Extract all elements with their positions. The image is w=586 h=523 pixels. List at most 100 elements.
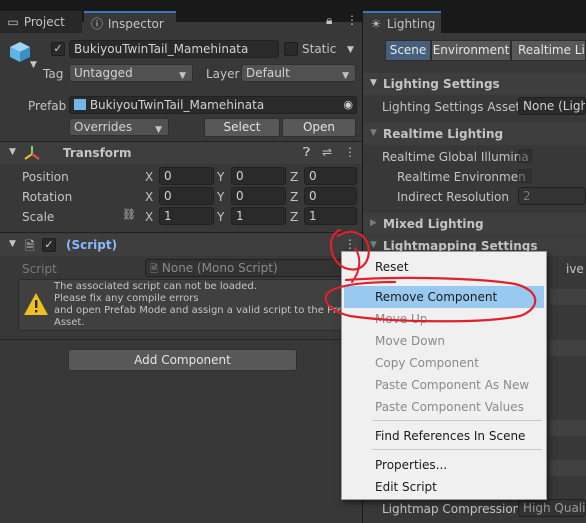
warning-line: and open Prefab Mode and assign a valid … <box>54 305 353 316</box>
scale-x-field[interactable]: 1 <box>159 207 214 225</box>
more-icon[interactable]: ⋮ <box>346 13 358 27</box>
setting-row <box>550 289 586 305</box>
more-icon[interactable]: ⋮ <box>344 237 356 251</box>
lighting-asset-label: Lighting Settings Asset <box>382 100 521 114</box>
realtime-env-label: Realtime Environmen <box>397 170 526 184</box>
axis-x-label: X <box>145 210 154 224</box>
tag-value: Untagged <box>74 66 133 80</box>
menu-item-find-references[interactable]: Find References In Scene <box>342 425 546 447</box>
indirect-resolution-field[interactable]: 2 <box>518 187 586 205</box>
select-button[interactable]: Select <box>204 118 280 137</box>
transform-axes-icon <box>24 145 40 161</box>
prefab-field[interactable]: BukiyouTwinTail_Mamehinata ◉ <box>69 96 357 114</box>
lightmapper-value-partial: ive <box>566 262 584 276</box>
lightmap-compression-dropdown[interactable]: High Quality <box>518 499 586 517</box>
axis-z-label: Z <box>290 170 299 184</box>
realtime-lighting-title: Realtime Lighting <box>383 127 504 141</box>
axis-y-label: Y <box>217 190 225 204</box>
layer-dropdown[interactable]: Default ▼ <box>241 64 356 82</box>
menu-item-remove-component[interactable]: Remove Component <box>344 286 544 308</box>
static-label: Static <box>302 42 337 56</box>
foldout-arrow-icon[interactable]: ▼ <box>370 78 377 88</box>
icon-dropdown-arrow[interactable]: ▼ <box>30 60 37 70</box>
foldout-arrow-icon[interactable]: ▶ <box>370 218 377 228</box>
setting-row <box>550 340 586 356</box>
script-enabled-checkbox[interactable]: ✓ <box>42 238 56 252</box>
subtab-environment[interactable]: Environment <box>431 40 511 61</box>
realtime-gi-checkbox[interactable] <box>518 149 532 163</box>
axis-z-label: Z <box>290 190 299 204</box>
axis-x-label: X <box>145 190 154 204</box>
script-file-icon: 🗎︎ <box>25 239 35 253</box>
realtime-env-checkbox[interactable] <box>518 169 532 183</box>
overrides-dropdown[interactable]: Overrides ▼ <box>69 118 169 136</box>
warning-line: Asset. <box>54 317 85 328</box>
rotation-x-field[interactable]: 0 <box>159 187 214 205</box>
tab-inspector-label: Inspector <box>107 17 164 31</box>
rotation-label: Rotation <box>22 190 73 204</box>
lock-icon[interactable]: 🔒︎ <box>326 13 332 28</box>
lighting-settings-title: Lighting Settings <box>383 77 500 91</box>
transform-title: Transform <box>63 146 132 160</box>
link-scale-icon[interactable]: ⛓︎ <box>122 208 136 221</box>
menu-item-move-up: Move Up <box>375 312 428 326</box>
menu-item-paste-component-values: Paste Component Values <box>375 400 524 414</box>
subtab-realtime-lightmaps[interactable]: Realtime Lig <box>511 40 586 61</box>
tab-project-label: Project <box>23 15 65 29</box>
foldout-arrow-icon[interactable]: ▼ <box>9 147 16 157</box>
layer-label: Layer <box>206 67 240 81</box>
axis-y-label: Y <box>217 170 225 184</box>
project-folder-icon: ▭ <box>7 15 19 29</box>
more-icon[interactable]: ⋮ <box>344 145 356 159</box>
rotation-y-field[interactable]: 0 <box>231 187 286 205</box>
tag-dropdown[interactable]: Untagged ▼ <box>69 64 193 82</box>
menu-item-edit-script[interactable]: Edit Script <box>342 476 546 498</box>
active-checkbox[interactable]: ✓ <box>51 42 65 56</box>
chevron-down-icon: ▼ <box>342 71 349 81</box>
divider <box>0 232 362 233</box>
position-x-field[interactable]: 0 <box>159 167 214 185</box>
lightmap-compression-label: Lightmap Compression <box>382 502 521 516</box>
foldout-arrow-icon[interactable]: ▼ <box>9 239 16 249</box>
open-button[interactable]: Open <box>282 118 356 137</box>
scale-y-field[interactable]: 1 <box>231 207 286 225</box>
tag-label: Tag <box>43 67 64 81</box>
menu-item-reset[interactable]: Reset <box>342 256 546 278</box>
lighting-asset-field[interactable]: None (Light <box>518 97 586 115</box>
object-name-field[interactable]: BukiyouTwinTail_Mamehinata <box>69 40 279 58</box>
mixed-lighting-title: Mixed Lighting <box>383 217 484 231</box>
scale-label: Scale <box>22 210 55 224</box>
layer-value: Default <box>246 66 290 80</box>
inspector-info-icon: ⓘ <box>90 17 103 31</box>
foldout-arrow-icon[interactable]: ▼ <box>370 240 377 250</box>
static-checkbox[interactable] <box>284 42 298 56</box>
component-context-menu: Reset Remove Component Move Up Move Down… <box>341 251 547 500</box>
position-y-field[interactable]: 0 <box>231 167 286 185</box>
foldout-arrow-icon[interactable]: ▼ <box>370 128 377 138</box>
add-component-button[interactable]: Add Component <box>68 349 297 371</box>
script-field-value: None (Mono Script) <box>161 261 278 275</box>
warning-text: The associated script can not be loaded.… <box>54 281 354 329</box>
warning-line: Please fix any compile errors <box>54 293 199 304</box>
circle-select-icon[interactable]: ◉ <box>343 97 353 113</box>
position-label: Position <box>22 170 69 184</box>
presets-icon[interactable]: ⇌ <box>322 145 332 159</box>
rotation-z-field[interactable]: 0 <box>304 187 357 205</box>
axis-y-label: Y <box>217 210 225 224</box>
subtab-scene[interactable]: Scene <box>385 40 431 61</box>
static-dropdown-arrow[interactable]: ▼ <box>347 45 354 55</box>
tab-lighting[interactable]: ☀︎ Lighting <box>363 11 441 33</box>
prefab-icon <box>74 99 86 110</box>
help-icon[interactable]: ❓︎ <box>303 145 310 160</box>
lighting-icon: ☀︎ <box>370 17 382 31</box>
menu-item-move-down: Move Down <box>375 334 445 348</box>
scale-z-field[interactable]: 1 <box>304 207 357 225</box>
prefab-value: BukiyouTwinTail_Mamehinata <box>89 98 265 112</box>
tab-inspector[interactable]: ⓘ Inspector <box>84 11 176 33</box>
chevron-down-icon: ▼ <box>179 71 186 81</box>
menu-item-copy-component: Copy Component <box>375 356 479 370</box>
position-z-field[interactable]: 0 <box>304 167 357 185</box>
menu-item-properties[interactable]: Properties... <box>342 454 546 476</box>
script-component-title: (Script) <box>66 238 118 252</box>
tab-project[interactable]: ▭ Project <box>0 11 82 33</box>
